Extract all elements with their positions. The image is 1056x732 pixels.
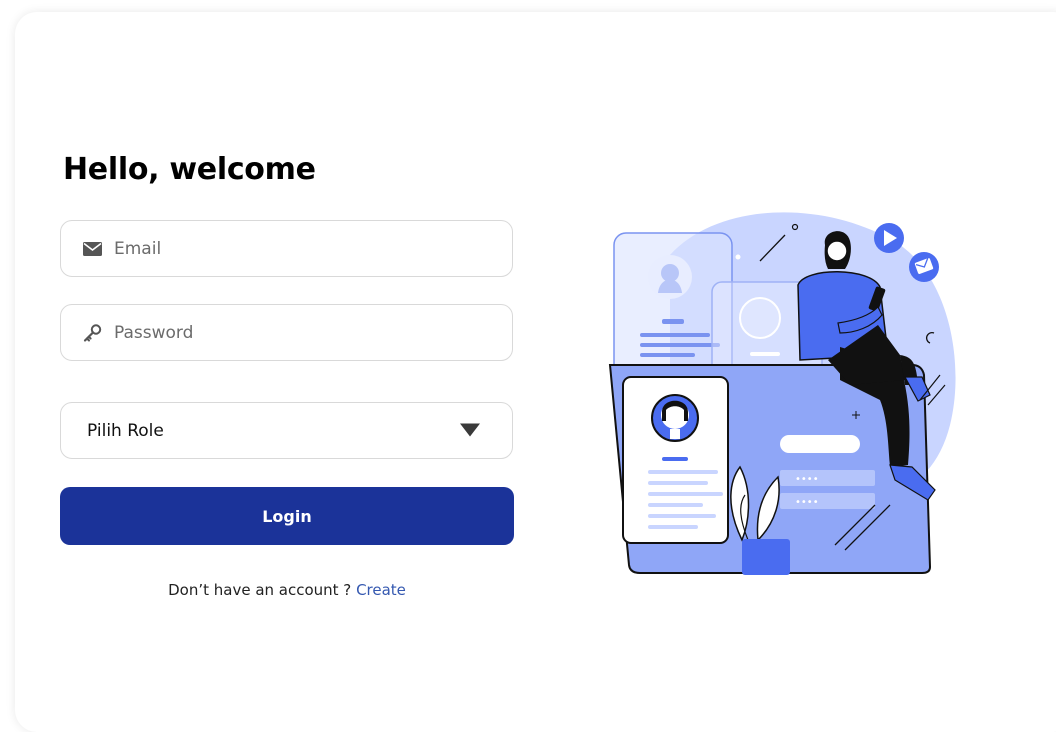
signup-prompt-text: Don’t have an account ?: [168, 581, 352, 599]
role-select[interactable]: Pilih Role: [60, 402, 513, 459]
create-account-link[interactable]: Create: [356, 581, 406, 599]
password-field[interactable]: [60, 304, 513, 361]
envelope-icon: [83, 241, 102, 256]
password-input[interactable]: [112, 305, 496, 360]
role-select-value: Pilih Role: [87, 420, 164, 441]
page-title: Hello, welcome: [63, 152, 316, 187]
key-icon: [83, 323, 102, 342]
triangle-down-icon: [460, 421, 480, 440]
login-button[interactable]: Login: [60, 487, 514, 545]
password-mask-1: ••••: [795, 474, 819, 485]
signup-prompt: Don’t have an account ? Create: [60, 581, 514, 599]
email-input[interactable]: [112, 221, 496, 276]
email-field[interactable]: [60, 220, 513, 277]
password-mask-2: ••••: [795, 497, 819, 508]
login-illustration: •••• ••••: [608, 212, 956, 575]
